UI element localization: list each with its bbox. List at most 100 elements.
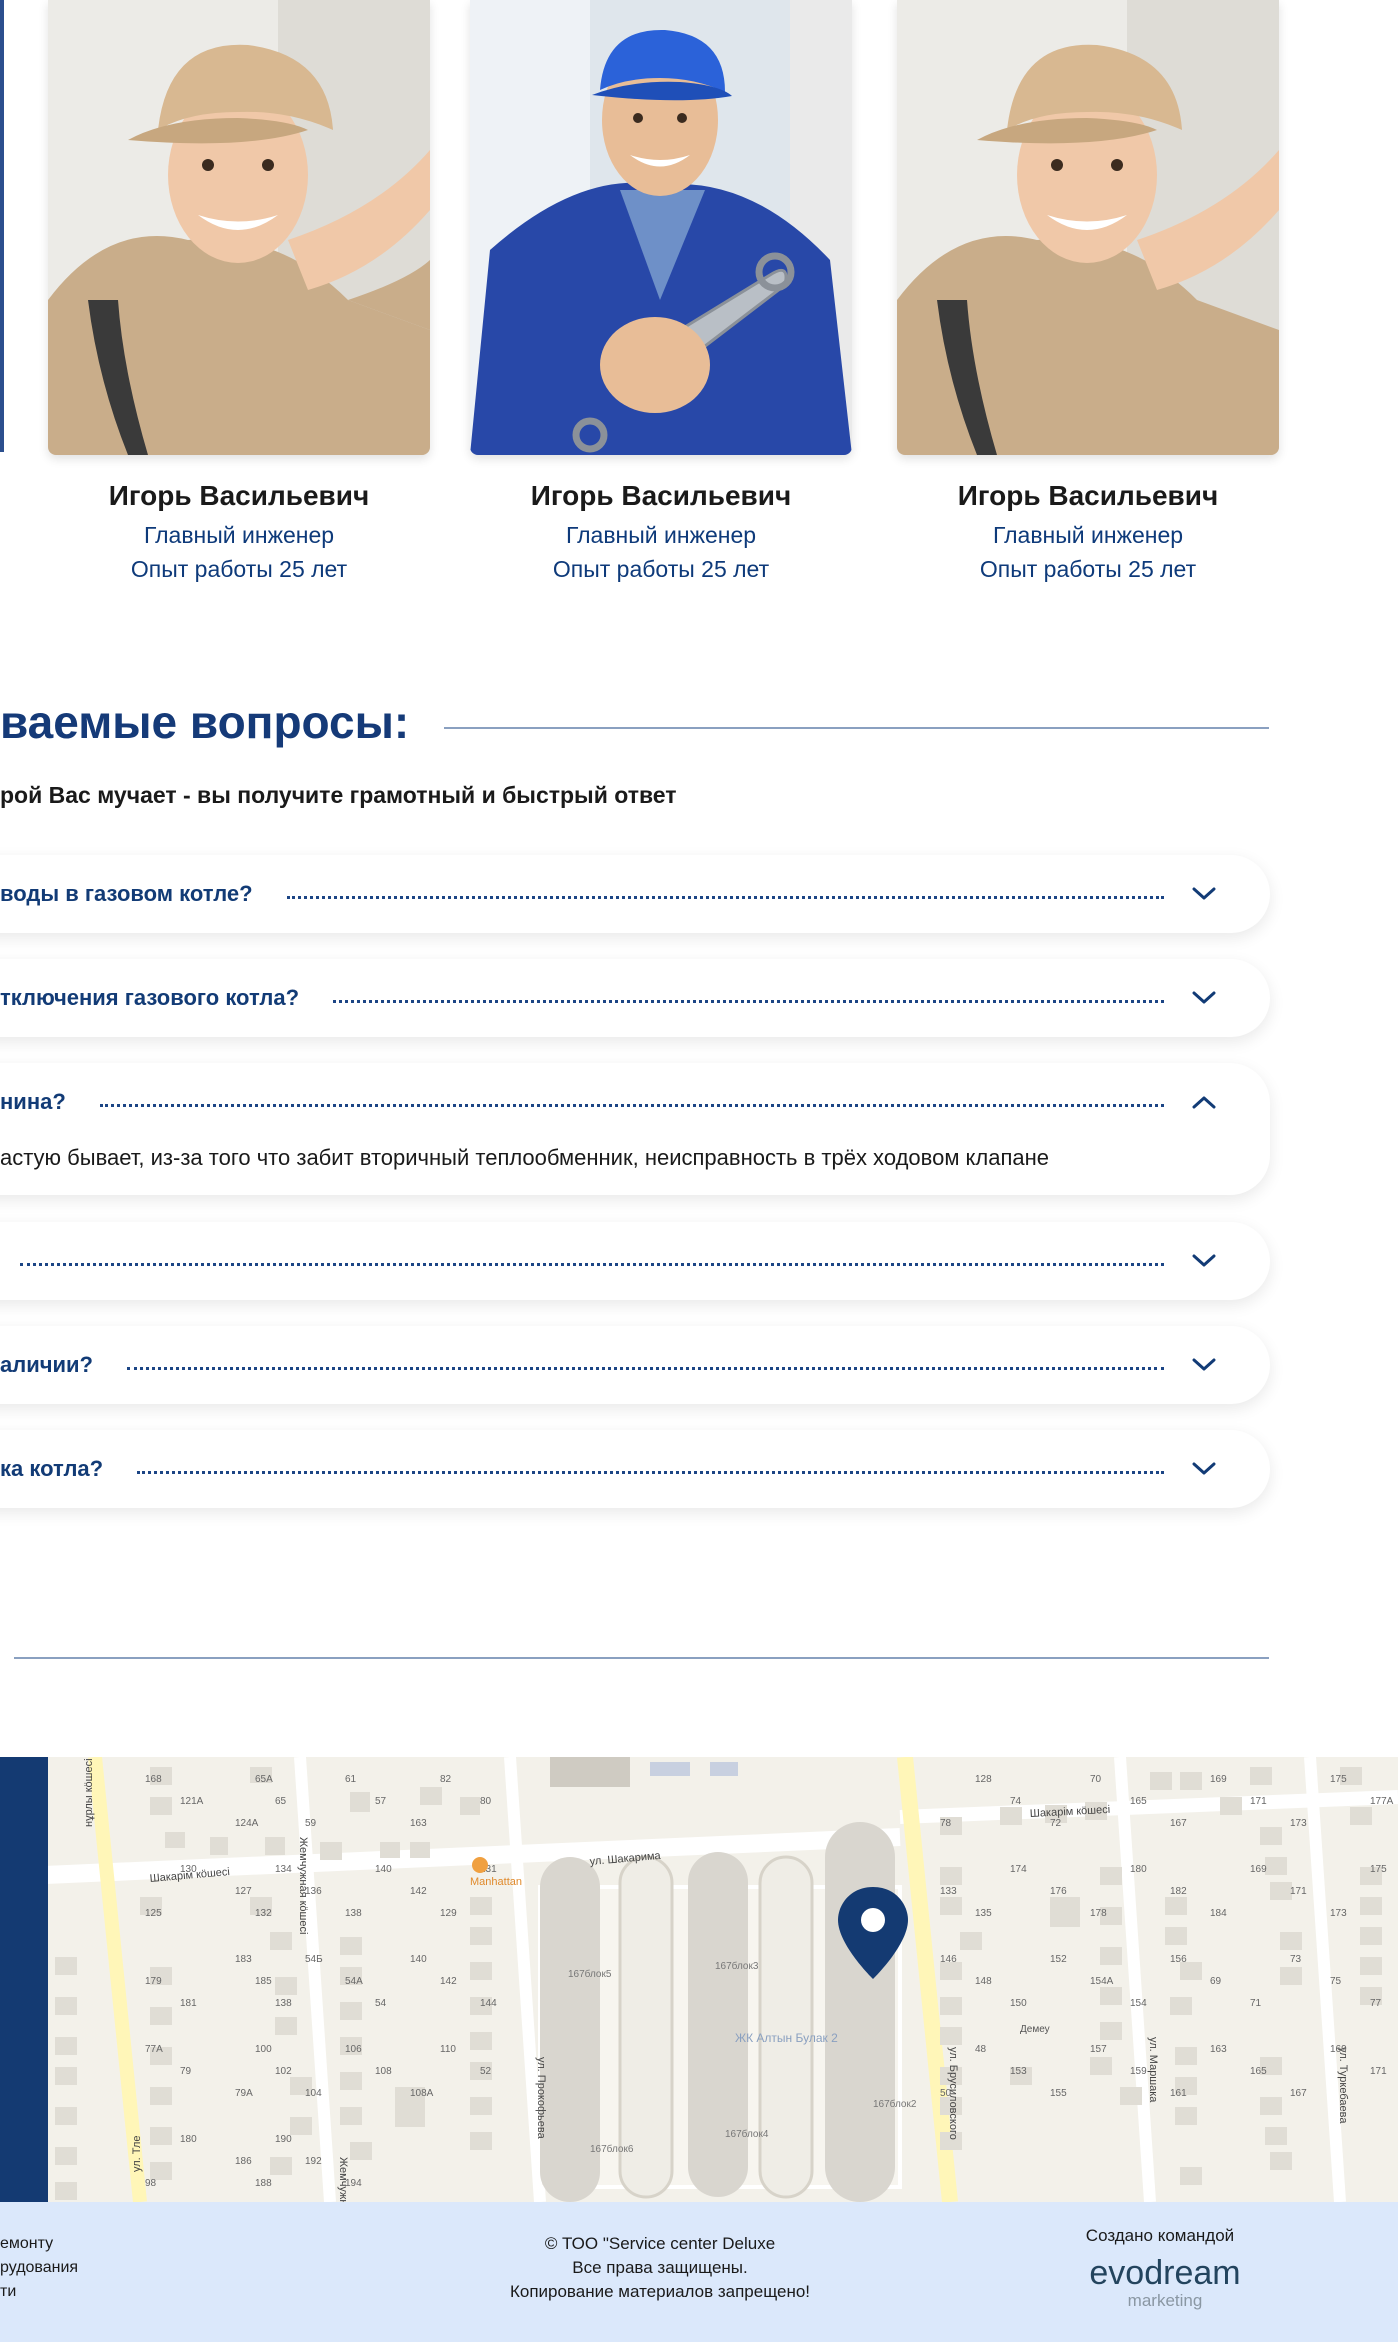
- footer-description-line: ти: [0, 2283, 17, 2300]
- map-house-number: 110: [440, 2044, 456, 2055]
- map-house-number: 69: [1210, 1976, 1222, 1987]
- footer-no-copy: Копирование материалов запрещено!: [509, 2282, 811, 2301]
- map-house-number: 135: [975, 1908, 992, 1919]
- map-house-number: 183: [235, 1954, 252, 1965]
- team-photo: [897, 0, 1279, 455]
- team-member-name: Игорь Васильевич: [957, 480, 1219, 511]
- map-house-number: 182: [1170, 1886, 1187, 1897]
- map-house-number: 130: [180, 1864, 197, 1875]
- map-house-number: 77А: [145, 2044, 163, 2055]
- team-member-name: Игорь Васильевич: [530, 480, 792, 511]
- map-street-label: ул. Туркебаева: [1337, 2047, 1349, 2124]
- map-house-number: 54Б: [305, 1954, 323, 1965]
- map-place-label: ЖК Алтын Булак 2: [735, 2031, 838, 2045]
- map-house-number: 181: [180, 1998, 197, 2009]
- map-house-number: 65: [275, 1796, 287, 1807]
- faq-item-expanded[interactable]: нина? астую бывает, из-за того что забит…: [0, 1063, 1270, 1195]
- map-house-number: 82: [440, 1774, 452, 1785]
- map-house-number: 52: [480, 2066, 492, 2077]
- map-house-number: 186: [235, 2156, 252, 2167]
- team-photo: [470, 0, 852, 455]
- map-house-number: 148: [975, 1976, 992, 1987]
- map-house-number: 138: [275, 1998, 292, 2009]
- faq-dotted-leader: [99, 1103, 1164, 1107]
- map-house-number: 98: [145, 2178, 157, 2189]
- footer-copyright-block: © ТОО "Service center Deluxe Все права з…: [360, 2232, 960, 2304]
- map-house-number: 154А: [1090, 1976, 1114, 1987]
- map-house-number: 72: [1050, 1818, 1062, 1829]
- map-house-number: 106: [345, 2044, 362, 2055]
- faq-question[interactable]: воды в газовом котле?: [0, 881, 253, 907]
- map-house-number: 74: [1010, 1796, 1022, 1807]
- map-house-number: 102: [275, 2066, 292, 2077]
- map-house-number: 104: [305, 2088, 322, 2099]
- footer-description-line: рудования: [0, 2259, 79, 2276]
- map-house-number: 180: [1130, 1864, 1147, 1875]
- faq-item[interactable]: воды в газовом котле?: [0, 855, 1270, 933]
- faq-item[interactable]: ка котла?: [0, 1430, 1270, 1508]
- restaurant-marker-icon[interactable]: [472, 1857, 488, 1873]
- map-house-number: 70: [1090, 1774, 1102, 1785]
- map-house-number: 124А: [235, 1818, 259, 1829]
- map-house-number: 176: [1050, 1886, 1067, 1897]
- map-house-number: 61: [345, 1774, 357, 1785]
- team-photo: [48, 0, 430, 455]
- map-street-label: ул. Прокофьева: [535, 2057, 547, 2140]
- map-house-number: 108А: [410, 2088, 434, 2099]
- map-house-number: 165: [1250, 2066, 1267, 2077]
- chevron-down-icon[interactable]: [1190, 880, 1218, 908]
- faq-item[interactable]: [0, 1222, 1270, 1300]
- map-house-number: 175: [1330, 1774, 1347, 1785]
- team-member-role: Главный инженер: [565, 522, 757, 548]
- faq-question[interactable]: аличии?: [0, 1352, 93, 1378]
- faq-dotted-leader: [286, 895, 1164, 899]
- chevron-up-icon[interactable]: [1190, 1088, 1218, 1116]
- faq-question[interactable]: тключения газового котла?: [0, 985, 299, 1011]
- previous-card-edge: [0, 0, 4, 452]
- map-house-number: 142: [440, 1976, 457, 1987]
- faq-item[interactable]: тключения газового котла?: [0, 959, 1270, 1037]
- map-house-number: 48: [975, 2044, 987, 2055]
- map-house-number: 75: [1330, 1976, 1342, 1987]
- map-house-number: 146: [940, 1954, 957, 1965]
- map-house-number: 184: [1210, 1908, 1227, 1919]
- footer-copyright: © ТОО "Service center Deluxe: [544, 2234, 776, 2253]
- faq-item[interactable]: аличии?: [0, 1326, 1270, 1404]
- map-overlay-panel: [0, 1757, 48, 2202]
- map-house-number: 156: [1170, 1954, 1187, 1965]
- faq-title-divider: [444, 727, 1269, 729]
- map-house-number: 174: [1010, 1864, 1027, 1875]
- faq-dotted-leader: [137, 1470, 1164, 1474]
- chevron-down-icon[interactable]: [1190, 1455, 1218, 1483]
- faq-question[interactable]: нина?: [0, 1089, 66, 1115]
- map-house-number: 190: [275, 2134, 292, 2145]
- chevron-down-icon[interactable]: [1190, 1247, 1218, 1275]
- evodream-logo[interactable]: evodream marketing: [1070, 2250, 1260, 2312]
- map-house-number: 169: [1210, 1774, 1227, 1785]
- map-house-number: 167: [1290, 2088, 1307, 2099]
- map-street-label: нұрлы кӧшесі: [83, 1758, 95, 1827]
- map-house-number: 50: [940, 2088, 952, 2099]
- map-place-label: 167блок2: [873, 2098, 917, 2110]
- map-house-number: 153: [1010, 2066, 1027, 2077]
- map-house-number: 54А: [345, 1976, 363, 1987]
- faq-answer: астую бывает, из-за того что забит втори…: [0, 1145, 1050, 1170]
- map-house-number: 142: [410, 1886, 427, 1897]
- faq-question[interactable]: ка котла?: [0, 1456, 103, 1482]
- map-house-number: 59: [305, 1818, 317, 1829]
- chevron-down-icon[interactable]: [1190, 1351, 1218, 1379]
- faq-dotted-leader: [20, 1262, 1164, 1266]
- map-house-number: 121А: [180, 1796, 204, 1807]
- map-house-number: 128: [975, 1774, 992, 1785]
- location-map[interactable]: нұрлы кӧшесі Шакарім кӧшесі ул. Шакарима Ша…: [0, 1757, 1398, 2202]
- map-house-number: 129: [440, 1908, 457, 1919]
- chevron-down-icon[interactable]: [1190, 984, 1218, 1012]
- map-place-label: Manhattan: [470, 1876, 522, 1888]
- map-house-number: 77: [1370, 1998, 1382, 2009]
- map-house-number: 171: [1370, 2066, 1387, 2077]
- map-house-number: 188: [255, 2178, 272, 2189]
- map-house-number: 171: [1290, 1886, 1307, 1897]
- map-house-number: 180: [180, 2134, 197, 2145]
- map-house-number: 177А: [1370, 1796, 1394, 1807]
- map-house-number: 161: [1170, 2088, 1187, 2099]
